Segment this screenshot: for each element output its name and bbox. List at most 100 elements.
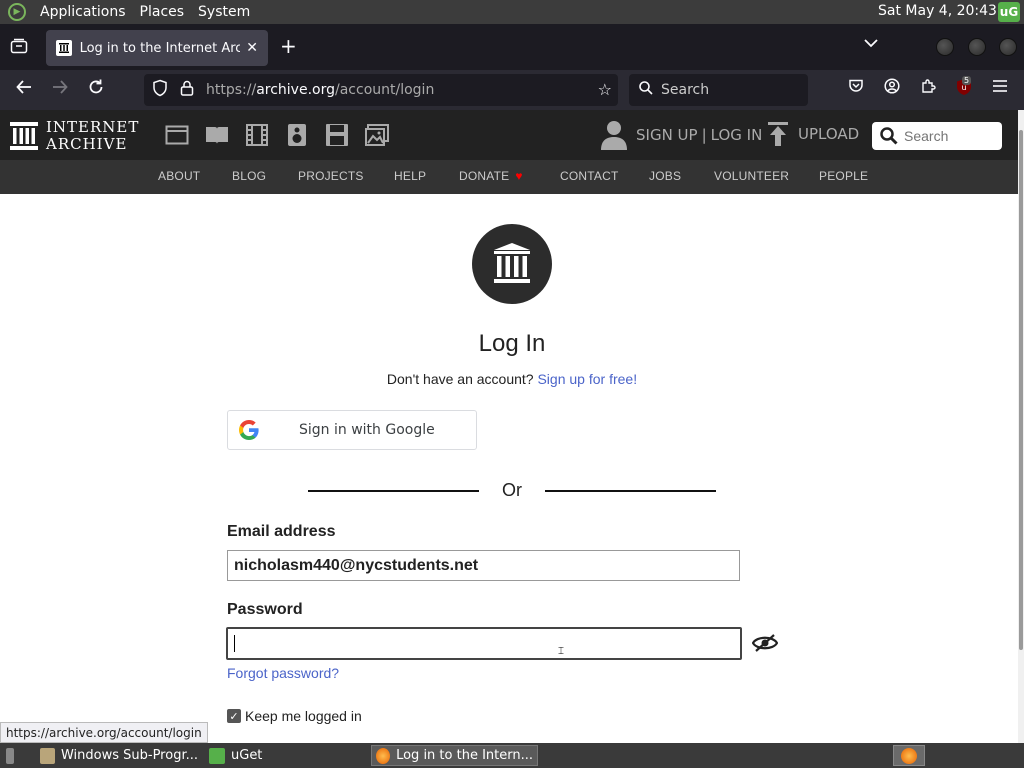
- forward-arrow-icon[interactable]: [49, 78, 71, 101]
- upload-arrow-icon: [768, 122, 788, 146]
- workspace-switcher[interactable]: [893, 745, 925, 766]
- login-page-content: Log In Don't have an account? Sign up fo…: [0, 194, 1018, 743]
- google-button-label: Sign in with Google: [299, 422, 435, 438]
- browser-tab-strip: Log in to the Internet Archive ✕ +: [0, 24, 1024, 70]
- web-archive-icon[interactable]: [165, 124, 189, 146]
- os-clock[interactable]: Sat May 4, 20:43: [878, 3, 997, 19]
- taskbar-item-uget[interactable]: uGet: [205, 745, 365, 766]
- upload-label: UPLOAD: [798, 125, 860, 143]
- nav-help[interactable]: HELP: [394, 169, 426, 183]
- ia-search-input[interactable]: [904, 128, 1000, 144]
- audio-speaker-icon[interactable]: [285, 124, 309, 146]
- archive-favicon-icon: [56, 40, 72, 56]
- nav-contact[interactable]: CONTACT: [560, 169, 619, 183]
- keep-logged-in-label: Keep me logged in: [245, 708, 362, 724]
- lock-icon[interactable]: [180, 80, 198, 100]
- extension-badge-count: 5: [962, 76, 972, 85]
- nav-donate[interactable]: DONATE ♥: [459, 169, 523, 183]
- taskbar-item-firefox[interactable]: Log in to the Intern...: [371, 745, 538, 766]
- search-placeholder: Search: [661, 82, 710, 98]
- url-bar[interactable]: https://archive.org/account/login ☆: [144, 74, 618, 106]
- nav-about[interactable]: ABOUT: [158, 169, 200, 183]
- back-arrow-icon[interactable]: [13, 78, 35, 101]
- os-taskbar: Windows Sub-Progr... uGet Log in to the …: [0, 743, 1024, 768]
- scrollbar-thumb[interactable]: [1019, 130, 1023, 650]
- browser-search-bar[interactable]: Search: [629, 74, 808, 106]
- maximize-window-button[interactable]: [968, 38, 986, 56]
- nav-people[interactable]: PEOPLE: [819, 169, 868, 183]
- url-text: https://archive.org/account/login: [206, 82, 435, 98]
- browser-nav-bar: https://archive.org/account/login ☆ Sear…: [0, 70, 1024, 110]
- show-password-eye-icon[interactable]: [752, 632, 778, 654]
- logo-line-2: ARCHIVE: [46, 135, 128, 153]
- search-icon: [639, 81, 653, 99]
- logo-line-1: INTERNET: [46, 118, 140, 136]
- extensions-puzzle-icon[interactable]: [917, 78, 939, 99]
- archive-temple-icon: [10, 122, 38, 150]
- texts-book-icon[interactable]: [205, 124, 229, 146]
- archive-logo-circle: [472, 224, 552, 304]
- os-menu-places[interactable]: Places: [140, 4, 185, 20]
- nav-volunteer[interactable]: VOLUNTEER: [714, 169, 789, 183]
- os-top-panel: ▶ Applications Places System Sat May 4, …: [0, 0, 1024, 24]
- mouse-cursor-icon: ⌶: [558, 646, 564, 657]
- or-separator: Or: [502, 480, 522, 500]
- nav-projects[interactable]: PROJECTS: [298, 169, 364, 183]
- os-menu-system[interactable]: System: [198, 4, 250, 20]
- user-avatar-icon[interactable]: [600, 120, 628, 150]
- chevron-down-icon[interactable]: [864, 36, 878, 52]
- text-caret: [234, 635, 235, 652]
- forgot-password-link[interactable]: Forgot password?: [227, 665, 339, 681]
- email-field[interactable]: [227, 550, 740, 581]
- nav-blog[interactable]: BLOG: [232, 169, 266, 183]
- divider-left: [308, 490, 479, 492]
- show-desktop-button[interactable]: [2, 745, 24, 766]
- search-icon[interactable]: [880, 127, 898, 145]
- taskbar-item-windows-sub-programs[interactable]: Windows Sub-Progr...: [36, 745, 202, 766]
- ia-search-box[interactable]: [872, 122, 1002, 150]
- close-tab-icon[interactable]: ✕: [246, 40, 258, 56]
- sign-in-with-google-button[interactable]: Sign in with Google: [227, 410, 477, 450]
- account-icon[interactable]: [881, 78, 903, 99]
- sign-up-free-link[interactable]: Sign up for free!: [537, 371, 637, 387]
- pocket-icon[interactable]: [845, 78, 867, 99]
- software-floppy-icon[interactable]: [325, 124, 349, 146]
- uget-icon: [209, 747, 225, 764]
- tab-title: Log in to the Internet Archive: [79, 40, 241, 56]
- uget-tray-icon[interactable]: uG: [998, 2, 1020, 22]
- status-bar-url: https://archive.org/account/login: [0, 722, 208, 743]
- password-label: Password: [227, 601, 303, 618]
- tracking-shield-icon[interactable]: [152, 79, 170, 101]
- internet-archive-logo[interactable]: INTERNET ARCHIVE: [10, 119, 139, 153]
- signup-prompt: Don't have an account? Sign up for free!: [386, 371, 638, 387]
- auth-separator: |: [701, 126, 707, 144]
- reload-icon[interactable]: [85, 78, 107, 101]
- mint-logo-icon[interactable]: ▶: [8, 3, 26, 21]
- firefox-icon: [901, 747, 917, 764]
- tab-internet-archive-login[interactable]: Log in to the Internet Archive ✕: [46, 30, 268, 66]
- ia-sub-nav: ABOUT BLOG PROJECTS HELP DONATE ♥ CONTACT…: [0, 160, 1018, 194]
- login-title: Log In: [478, 330, 546, 357]
- page-scrollbar[interactable]: [1018, 110, 1024, 743]
- hamburger-menu-icon[interactable]: [989, 78, 1011, 98]
- firefox-icon: [376, 747, 391, 764]
- upload-button[interactable]: UPLOAD: [768, 122, 859, 146]
- video-film-icon[interactable]: [245, 124, 269, 146]
- minimize-window-button[interactable]: [936, 38, 954, 56]
- nav-jobs[interactable]: JOBS: [649, 169, 681, 183]
- tab-overview-icon[interactable]: [10, 38, 30, 56]
- keep-logged-in-checkbox[interactable]: ✓: [227, 709, 241, 723]
- bookmark-star-icon[interactable]: ☆: [598, 80, 612, 99]
- desktop-icon: [6, 747, 14, 764]
- log-in-link[interactable]: LOG IN: [711, 126, 763, 144]
- google-g-icon: [239, 420, 259, 440]
- close-window-button[interactable]: [999, 38, 1017, 56]
- keep-logged-in-row[interactable]: ✓ Keep me logged in: [227, 708, 362, 724]
- images-icon[interactable]: [365, 124, 389, 146]
- os-menu-applications[interactable]: Applications: [40, 4, 126, 20]
- sign-up-link[interactable]: SIGN UP: [636, 126, 698, 144]
- heart-icon: ♥: [515, 169, 523, 183]
- new-tab-icon[interactable]: +: [280, 34, 297, 58]
- password-field[interactable]: [226, 627, 742, 660]
- archive-temple-icon: [494, 243, 530, 283]
